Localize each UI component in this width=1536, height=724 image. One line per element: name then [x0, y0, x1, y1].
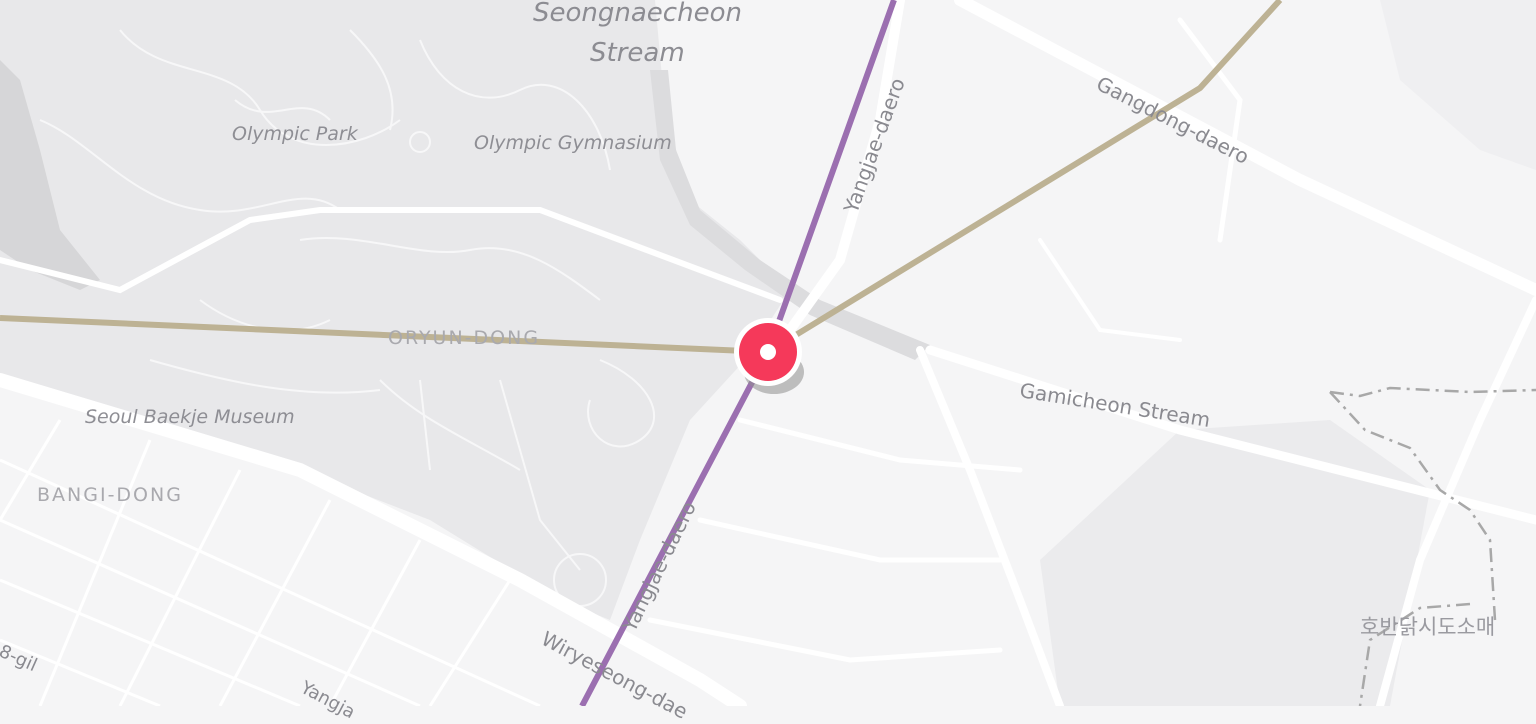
- poi-label-korean-market: 호반닭시도소매: [1360, 615, 1496, 639]
- stream-label-seongnaecheon-line2: Stream: [590, 38, 685, 68]
- map-canvas[interactable]: [0, 0, 1536, 706]
- district-label-oryun-dong: ORYUN-DONG: [388, 327, 541, 349]
- district-label-bangi-dong: BANGI-DONG: [37, 484, 183, 506]
- poi-label-seoul-baekje-museum: Seoul Baekje Museum: [85, 406, 295, 428]
- poi-label-olympic-gymnasium: Olympic Gymnasium: [474, 132, 672, 154]
- poi-label-olympic-park: Olympic Park: [232, 123, 358, 145]
- stream-label-seongnaecheon: Seongnaecheon: [533, 0, 742, 28]
